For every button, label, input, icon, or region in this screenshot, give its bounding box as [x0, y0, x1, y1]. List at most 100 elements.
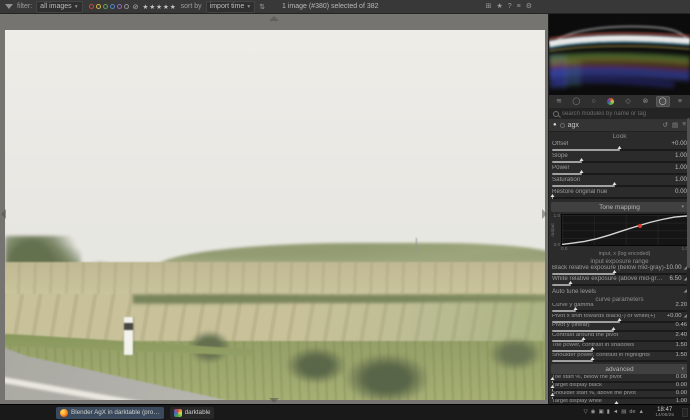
slider-saturation[interactable]: Saturation1.00 [549, 177, 690, 189]
color-label-icon[interactable] [96, 4, 101, 9]
slider-track[interactable] [552, 161, 687, 163]
sort-dropdown[interactable]: import time ▼ [206, 1, 256, 13]
slider-handle[interactable] [613, 270, 617, 273]
slider-track[interactable] [552, 173, 687, 175]
taskbar-clock[interactable]: 18:47 14/06/25 [655, 407, 674, 419]
slider-track[interactable] [552, 310, 687, 312]
volume-icon[interactable]: ◄ [613, 405, 618, 420]
photo-canvas[interactable] [5, 30, 545, 400]
preferences-icon[interactable]: ⚙ [526, 0, 532, 14]
slider-handle[interactable] [579, 158, 583, 161]
taskbar-window-firefox[interactable]: Blender AgX in darktable (pro… [56, 407, 164, 419]
slider-curve-y-gamma[interactable]: Curve y gamma2.20 [549, 303, 690, 313]
bluetooth-icon[interactable]: ◉ [591, 405, 596, 420]
slider-line: Shoulder power, contrast in highlights1.… [552, 353, 687, 359]
slider-power[interactable]: Power1.00 [549, 165, 690, 177]
module-header-agx[interactable]: ● agx ↺▤≡ [549, 119, 690, 132]
color-label-icon[interactable] [110, 4, 115, 9]
show-desktop-button[interactable] [682, 408, 688, 417]
section-header-advanced[interactable]: advanced ▾ [551, 364, 688, 374]
slider-track[interactable] [552, 149, 687, 151]
effects-group-icon[interactable]: ⊗ [638, 96, 652, 107]
module-search-input[interactable] [562, 111, 686, 117]
slider-track[interactable] [552, 340, 687, 342]
slider-handle[interactable] [582, 337, 586, 340]
color-label-icon[interactable] [103, 4, 108, 9]
slider-handle[interactable] [617, 146, 621, 149]
sort-direction-icon[interactable]: ⇅ [259, 3, 265, 11]
reset-icon[interactable]: ↺ [663, 121, 668, 129]
active-group-icon[interactable]: ◯ [569, 96, 583, 107]
curve-pivot-point[interactable] [638, 224, 642, 228]
tray-expand-icon[interactable]: ▲ [639, 405, 644, 420]
slider-handle[interactable] [551, 194, 555, 197]
color-label-icon[interactable] [124, 4, 129, 9]
slider-track[interactable] [552, 185, 687, 187]
section-header-tone-mapping[interactable]: Tone mapping ▾ [551, 202, 688, 212]
reject-filter-icon[interactable]: ⊘ [133, 3, 139, 11]
network-icon[interactable]: ▽ [583, 405, 587, 420]
color-label-icon[interactable] [117, 4, 122, 9]
slider-handle[interactable] [579, 170, 583, 173]
tone-curve-graph[interactable]: 1.0 output 0.0 0.0 1.0 input, x (log enc… [551, 214, 688, 257]
slider-track[interactable] [552, 350, 687, 352]
slider-handle[interactable] [613, 182, 617, 185]
slider-contrast-around-the-pivot[interactable]: Contrast around the pivot2.40 [549, 333, 690, 343]
slider-handle[interactable] [590, 357, 594, 360]
slider-shoulder-power-contrast-in-highlights[interactable]: Shoulder power, contrast in highlights1.… [549, 353, 690, 363]
collapse-top-panel-arrow[interactable] [269, 16, 279, 21]
slider-track[interactable] [552, 330, 687, 332]
selected-group-icon[interactable]: ◯ [656, 96, 670, 107]
slider-toe-start-below-the-pivot[interactable]: Toe start %, below the pivot0.00 [549, 375, 690, 383]
collapse-left-panel-arrow[interactable] [1, 209, 6, 219]
slider-pivot-y-linear[interactable]: Pivot y (linear)0.46 [549, 323, 690, 333]
base-group-icon[interactable]: ○ [587, 96, 601, 107]
module-power-toggle[interactable]: ● [553, 122, 557, 128]
slider-handle[interactable] [612, 327, 616, 330]
help-icon[interactable]: ? [508, 0, 512, 14]
battery-icon[interactable]: ▮ [607, 405, 610, 420]
quick-access-icon[interactable]: ≋ [552, 96, 566, 107]
slider-track[interactable] [552, 360, 687, 362]
slider-shoulder-start-above-the-pivot[interactable]: Shoulder start %, above the pivot0.00 [549, 391, 690, 399]
slider-track[interactable] [552, 284, 687, 286]
correction-group-icon[interactable]: ◇ [621, 96, 635, 107]
display-icon[interactable]: ▤ [621, 405, 626, 420]
presets-menu-icon[interactable]: ≡ [673, 96, 687, 107]
filter-icon[interactable] [5, 4, 13, 9]
collapse-bottom-panel-arrow[interactable] [269, 398, 279, 403]
slider-pivot-x-shift-towards-black-or-white[interactable]: Pivot x shift towards black(-) or white(… [549, 313, 690, 323]
keyboard-layout-icon[interactable]: de [629, 405, 635, 420]
presets-icon[interactable]: ▤ [672, 121, 678, 129]
slider-slope[interactable]: Slope1.00 [549, 153, 690, 165]
slider-toe-power-contrast-in-shadows[interactable]: Toe power, contrast in shadows1.50 [549, 343, 690, 353]
slider-handle[interactable] [551, 393, 555, 396]
auto-tune-levels-button[interactable]: Auto tune levels ◢ [549, 287, 690, 295]
slider-handle[interactable] [617, 318, 621, 321]
waveform-scope[interactable] [549, 14, 690, 95]
slider-restore-original-hue[interactable]: Restore original hue0.00 [549, 189, 690, 201]
collapse-right-panel-arrow[interactable] [542, 209, 547, 219]
star-rating-filter[interactable]: ★★★★★ [143, 3, 177, 11]
taskbar-window-darktable[interactable]: darktable [170, 407, 215, 419]
slider-target-display-black[interactable]: Target display black0.00 [549, 383, 690, 391]
color-label-icon[interactable] [89, 4, 94, 9]
slider-handle[interactable] [551, 385, 555, 388]
slider-offset[interactable]: Offset+0.00 [549, 141, 690, 153]
slider-handle[interactable] [590, 347, 594, 350]
filter-dropdown[interactable]: all images ▼ [36, 1, 82, 13]
slider-track[interactable] [552, 197, 687, 199]
shortcuts-icon[interactable]: ≡ [517, 0, 521, 14]
slider-handle[interactable] [568, 281, 572, 284]
curve-plot-area[interactable] [561, 214, 688, 246]
slider-handle[interactable] [551, 377, 555, 380]
slider-line: Saturation1.00 [552, 177, 687, 184]
clipboard-icon[interactable]: ▣ [599, 405, 604, 420]
slider-track[interactable] [552, 273, 687, 275]
slider-white-relative-exposure-above-mid-gray[interactable]: White relative exposure (above mid-gray)… [549, 276, 690, 287]
focus-peaking-icon[interactable]: ★ [496, 0, 502, 14]
instances-icon[interactable]: ≡ [682, 121, 686, 129]
second-window-icon[interactable]: ⊞ [486, 0, 492, 14]
slider-handle[interactable] [574, 307, 578, 310]
color-group-icon[interactable] [604, 96, 618, 107]
